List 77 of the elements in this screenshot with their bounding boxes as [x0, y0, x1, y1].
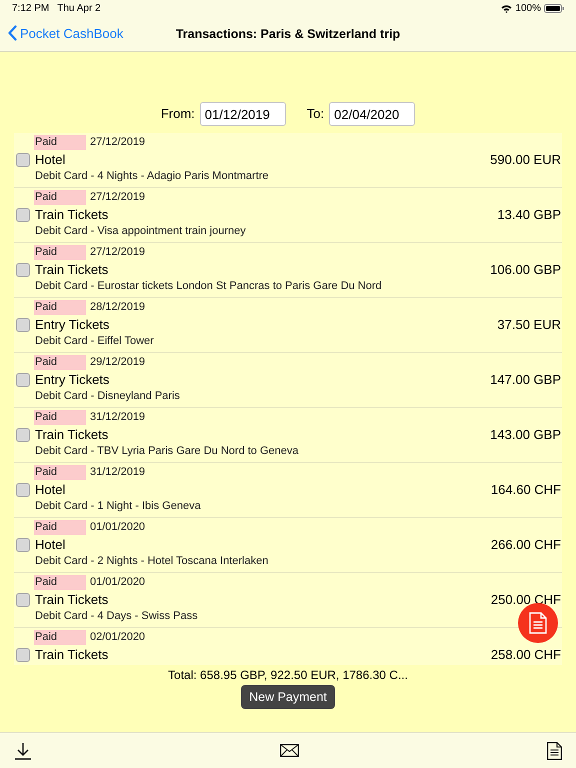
transaction-amount: 266.00 CHF — [490, 536, 561, 553]
transaction-amount: 164.60 CHF — [490, 481, 561, 498]
transaction-category: Train Tickets — [35, 426, 108, 443]
chevron-left-icon — [8, 25, 17, 42]
transaction-details: Debit Card - 4 Days - Swiss Pass — [35, 609, 198, 624]
document-icon[interactable] — [547, 742, 562, 760]
transaction-date: 27/12/2019 — [90, 190, 146, 205]
total-summary: Total: 658.95 GBP, 922.50 EUR, 1786.30 C... — [168, 668, 408, 682]
nav-title: Transactions: Paris & Switzerland trip — [176, 27, 400, 42]
wifi-icon — [501, 4, 512, 13]
transaction-amount: 590.00 EUR — [490, 151, 561, 168]
transaction-details: Debit Card - Eiffel Tower — [35, 334, 154, 349]
transaction-amount: 143.00 GBP — [490, 426, 561, 443]
transaction-date: 29/12/2019 — [90, 355, 146, 370]
status-tag: Paid — [34, 300, 86, 315]
transaction-category: Hotel — [35, 481, 66, 498]
transaction-date: 01/01/2020 — [90, 575, 146, 590]
mail-icon[interactable] — [280, 744, 299, 757]
transaction-details: Debit Card - 2 Nights - Hotel Toscana Interlaken — [35, 554, 268, 569]
transaction-details: Debit Card - TBV Lyria Paris Gare Du Nord to Geneva — [35, 444, 298, 459]
transaction-category: Train Tickets — [35, 261, 108, 278]
transaction-amount: 13.40 GBP — [497, 206, 561, 223]
status-tag: Paid — [34, 575, 86, 590]
to-label: To: — [306, 105, 324, 124]
status-time: 7:12 PM — [12, 2, 50, 16]
transaction-details: Debit Card - 4 Nights - Adagio Paris Montmartre — [35, 169, 269, 184]
back-link[interactable]: Pocket CashBook — [8, 24, 124, 44]
to-date-field[interactable]: 02/04/2020 — [329, 102, 416, 126]
download-icon[interactable] — [14, 742, 32, 760]
checkbox[interactable] — [16, 538, 30, 552]
transaction-category: Entry Tickets — [35, 371, 110, 388]
transaction-amount: 106.00 GBP — [490, 261, 561, 278]
document-icon — [529, 612, 547, 634]
battery-percentage: 100% — [515, 2, 541, 16]
transaction-details: Debit Card - Eurostar tickets London St Pancras to Paris Gare Du Nord — [35, 279, 382, 294]
checkbox[interactable] — [16, 428, 30, 442]
new-payment-button[interactable]: New Payment — [241, 685, 335, 709]
status-tag: Paid — [34, 630, 86, 645]
transaction-category: Hotel — [35, 536, 66, 553]
transaction-date: 31/12/2019 — [90, 410, 146, 425]
checkbox[interactable] — [16, 153, 30, 167]
checkbox[interactable] — [16, 648, 30, 662]
status-tag: Paid — [34, 465, 86, 480]
checkbox[interactable] — [16, 483, 30, 497]
transaction-category: Entry Tickets — [35, 316, 110, 333]
checkbox[interactable] — [16, 593, 30, 607]
from-label: From: — [160, 105, 195, 124]
transaction-category: Train Tickets — [35, 646, 108, 663]
transaction-date: 02/01/2020 — [90, 630, 146, 645]
transaction-date: 28/12/2019 — [90, 300, 146, 315]
transaction-amount: 258.00 CHF — [490, 646, 561, 663]
transaction-date: 01/01/2020 — [90, 520, 146, 535]
transaction-date: 27/12/2019 — [90, 245, 146, 260]
status-date: Thu Apr 2 — [57, 2, 101, 16]
transaction-date: 31/12/2019 — [90, 465, 146, 480]
status-tag: Paid — [34, 355, 86, 370]
checkbox[interactable] — [16, 208, 30, 222]
checkbox[interactable] — [16, 318, 30, 332]
transaction-amount: 147.00 GBP — [490, 371, 561, 388]
battery-icon — [544, 4, 564, 14]
checkbox[interactable] — [16, 263, 30, 277]
transaction-category: Train Tickets — [35, 206, 108, 223]
status-tag: Paid — [34, 410, 86, 425]
transaction-details: Debit Card - 1 Night - Ibis Geneva — [35, 499, 201, 514]
transaction-amount: 250.00 CHF — [490, 591, 561, 608]
transaction-category: Train Tickets — [35, 591, 108, 608]
transaction-amount: 37.50 EUR — [497, 316, 561, 333]
transaction-details: Debit Card - Visa appointment train journey — [35, 224, 246, 239]
from-date-field[interactable]: 01/12/2019 — [200, 102, 286, 126]
transaction-details: Debit Card - Disneyland Paris — [35, 389, 180, 404]
status-tag: Paid — [34, 520, 86, 535]
transaction-category: Hotel — [35, 151, 66, 168]
status-tag: Paid — [34, 135, 86, 150]
transaction-date: 27/12/2019 — [90, 135, 146, 150]
status-tag: Paid — [34, 190, 86, 205]
checkbox[interactable] — [16, 373, 30, 387]
status-tag: Paid — [34, 245, 86, 260]
